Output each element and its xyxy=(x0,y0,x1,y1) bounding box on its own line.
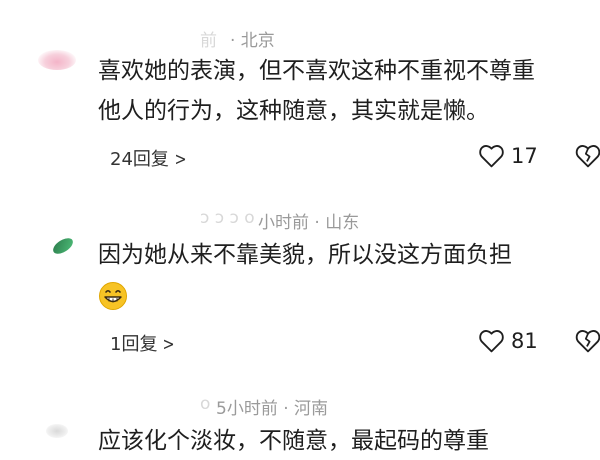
heart-outline-icon xyxy=(479,330,504,353)
comment-meta: 5小时前 · 河南 xyxy=(216,399,329,419)
comment-text-line: 喜欢她的表演，但不喜欢这种不重视不尊重 xyxy=(98,58,535,84)
chevron-right-icon: > xyxy=(162,334,176,355)
comment-text-line: 他人的行为，这种随意，其实就是懒。 xyxy=(98,98,489,124)
grinning-face-emoji xyxy=(99,281,127,310)
replies-label: 24回复 xyxy=(110,149,169,170)
avatar[interactable] xyxy=(46,424,68,438)
chevron-right-icon: > xyxy=(174,149,187,170)
author-name[interactable]: 前 xyxy=(200,26,217,51)
avatar[interactable] xyxy=(38,50,76,70)
avatar[interactable] xyxy=(50,235,76,257)
replies-button[interactable]: 24回复 > xyxy=(110,145,188,171)
comment-emoji-line xyxy=(98,276,598,314)
heart-outline-icon xyxy=(479,145,504,168)
comment-text-line: 应该化个淡妆，不随意，最起码的尊重 xyxy=(98,428,489,454)
author-name[interactable]: o xyxy=(200,394,210,414)
like-button[interactable]: 17 xyxy=(478,144,538,168)
replies-button[interactable]: 1回复 > xyxy=(110,330,177,356)
like-button[interactable]: 81 xyxy=(478,329,538,353)
comment-meta: 小时前 · 山东 xyxy=(258,213,360,233)
like-count: 81 xyxy=(511,329,538,353)
dislike-button[interactable] xyxy=(574,144,600,172)
like-count: 17 xyxy=(511,144,538,168)
comment-text-line: 因为她从来不靠美貌，所以没这方面负担 xyxy=(98,242,512,268)
broken-heart-icon xyxy=(575,330,600,353)
author-name[interactable]: ɔ ɔ ɔ o xyxy=(200,208,255,228)
broken-heart-icon xyxy=(575,145,600,168)
dislike-button[interactable] xyxy=(574,329,600,357)
replies-label: 1回复 xyxy=(110,334,158,355)
comment-meta: · 北京 xyxy=(230,31,275,51)
